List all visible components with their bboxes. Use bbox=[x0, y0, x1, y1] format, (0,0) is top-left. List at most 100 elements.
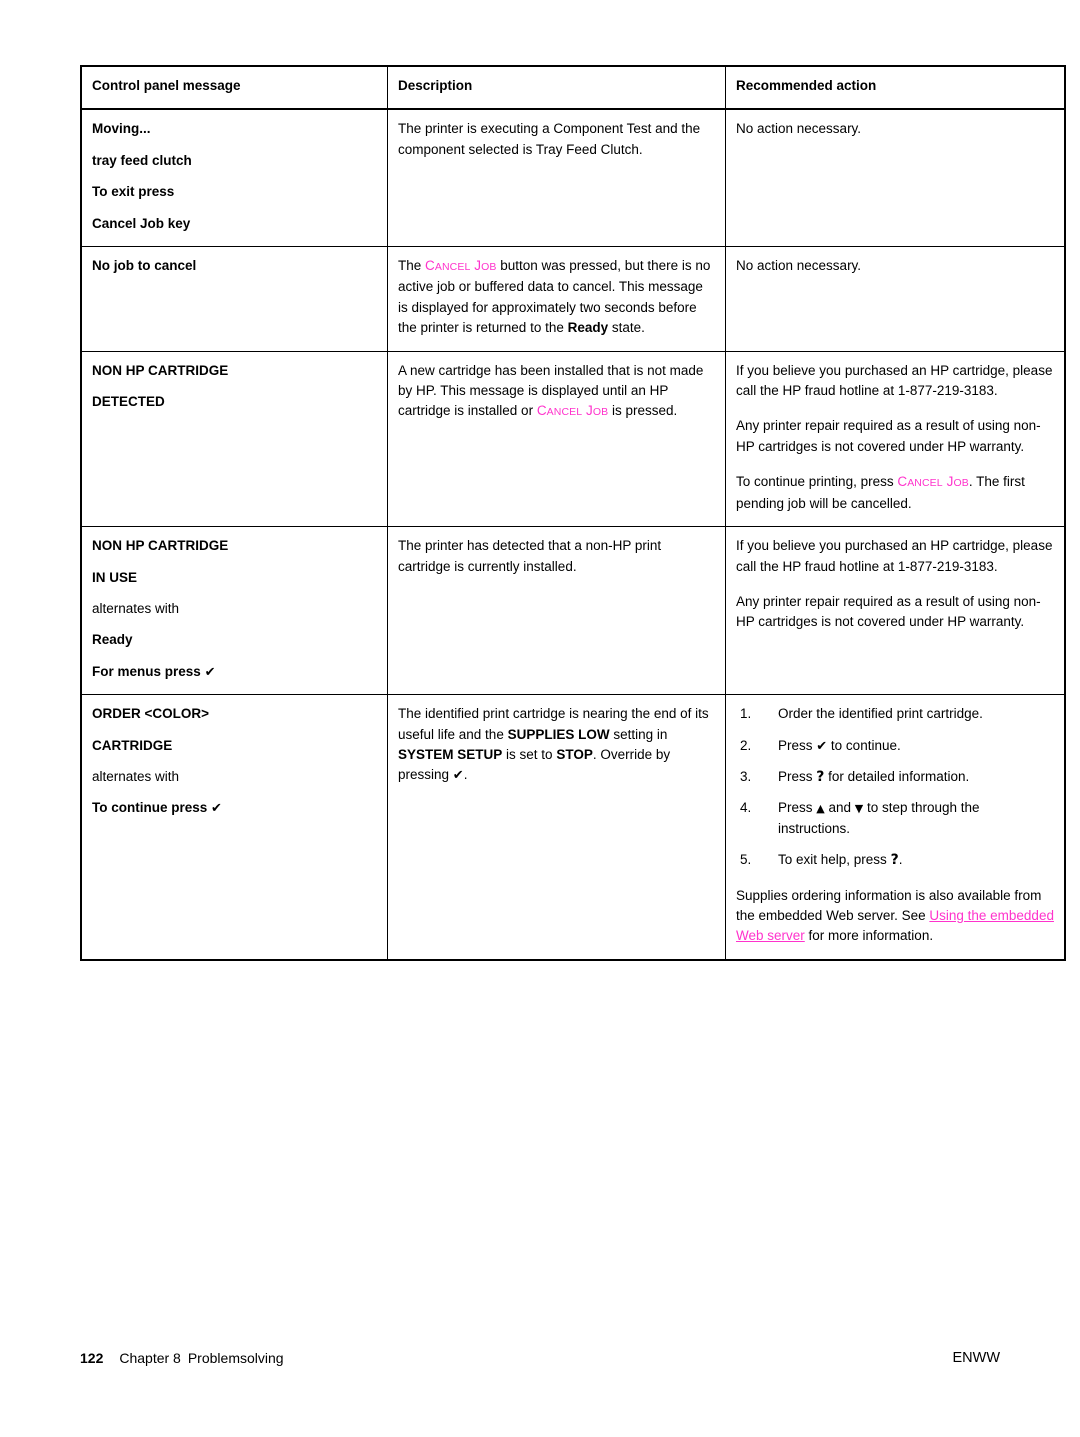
description-bold-supplies-low: SUPPLIES LOW bbox=[507, 726, 610, 742]
column-header-recommended-action: Recommended action bbox=[725, 64, 1066, 111]
description-mid: is set to bbox=[502, 746, 557, 762]
page-number: 122 bbox=[80, 1350, 104, 1366]
description-end: . bbox=[463, 767, 468, 783]
note-post: for more information. bbox=[804, 928, 934, 944]
table-row: ORDER <COLOR> CARTRIDGE alternates with … bbox=[80, 694, 1066, 961]
cell-message-moving-tray-feed-clutch: Moving... tray feed clutch To exit press… bbox=[80, 108, 388, 248]
key-smallcaps: ANCEL bbox=[434, 261, 471, 274]
list-item: 2. Press ✔ to continue. bbox=[736, 736, 1054, 756]
step-conjunction: and bbox=[824, 800, 855, 816]
step-number: 1. bbox=[740, 706, 752, 722]
cell-description-no-job-to-cancel: The CANCEL JOB button was pressed, but t… bbox=[387, 246, 726, 352]
recommended-steps-list: 1. Order the identified print cartridge. … bbox=[736, 704, 1054, 870]
message-line: Ready bbox=[92, 632, 133, 648]
arrow-up-icon: ▲ bbox=[816, 802, 825, 816]
step-number: 2. bbox=[740, 737, 752, 753]
chapter-title: Problemsolving bbox=[187, 1350, 284, 1366]
description-pre: The bbox=[398, 258, 426, 274]
step-text-pre: Press bbox=[778, 737, 817, 753]
cell-action-moving-tray-feed-clutch: No action necessary. bbox=[725, 108, 1066, 248]
table-header: Control panel message Description Recomm… bbox=[80, 64, 1066, 111]
table-header-row: Control panel message Description Recomm… bbox=[80, 64, 1066, 111]
key-smallcaps: OB bbox=[953, 477, 969, 490]
description-text: The identified print cartridge is nearin… bbox=[398, 704, 715, 786]
footer-right-enww: ENWW bbox=[952, 1350, 1000, 1366]
action-paragraph: Any printer repair required as a result … bbox=[736, 418, 1041, 454]
step-text-post: to continue. bbox=[827, 737, 901, 753]
message-line: NON HP CARTRIDGE bbox=[92, 362, 229, 378]
action-paragraph: Any printer repair required as a result … bbox=[736, 593, 1041, 630]
table-row: Moving... tray feed clutch To exit press… bbox=[80, 108, 1066, 248]
control-panel-message-table: Control panel message Description Recomm… bbox=[80, 64, 1066, 961]
cell-description-non-hp-cartridge-detected: A new cartridge has been installed that … bbox=[387, 350, 726, 528]
description-mid: setting in bbox=[609, 726, 668, 742]
document-page: Control panel message Description Recomm… bbox=[0, 0, 1080, 1437]
table-body: Moving... tray feed clutch To exit press… bbox=[80, 108, 1066, 961]
message-line: Moving... bbox=[92, 121, 151, 137]
message-line: IN USE bbox=[92, 569, 138, 585]
message-line: ORDER <COLOR> bbox=[92, 706, 210, 722]
step-text-pre: Press bbox=[778, 800, 817, 816]
table-row: NON HP CARTRIDGE DETECTED A new cartridg… bbox=[80, 350, 1066, 528]
check-icon: ✔ bbox=[204, 664, 216, 680]
action-pre: To continue printing, press bbox=[736, 474, 898, 490]
column-header-description: Description bbox=[387, 64, 726, 111]
description-bold-ready: Ready bbox=[567, 320, 609, 336]
cell-description-moving-tray-feed-clutch: The printer is executing a Component Tes… bbox=[387, 108, 726, 248]
description-post: state. bbox=[608, 320, 645, 336]
message-line: No job to cancel bbox=[92, 258, 197, 274]
message-line-text: For menus press bbox=[92, 663, 201, 679]
action-text: No action necessary. bbox=[736, 121, 862, 137]
list-item: 1. Order the identified print cartridge. bbox=[736, 704, 1054, 724]
key-smallcaps: ANCEL bbox=[546, 406, 583, 419]
cell-description-non-hp-cartridge-in-use: The printer has detected that a non-HP p… bbox=[387, 526, 726, 696]
cell-message-order-color-cartridge: ORDER <COLOR> CARTRIDGE alternates with … bbox=[80, 694, 388, 961]
check-icon: ✔ bbox=[211, 801, 222, 817]
description-text: A new cartridge has been installed that … bbox=[398, 361, 715, 423]
description-bold-stop: STOP bbox=[556, 746, 593, 762]
arrow-down-icon: ▼ bbox=[854, 802, 864, 816]
check-icon: ✔ bbox=[452, 768, 464, 784]
cell-description-order-color-cartridge: The identified print cartridge is nearin… bbox=[387, 694, 726, 961]
key-smallcaps: OB bbox=[592, 406, 609, 419]
message-line: For menus press ✔ bbox=[92, 662, 377, 682]
key-initial: J bbox=[586, 403, 593, 419]
message-line: NON HP CARTRIDGE bbox=[92, 538, 229, 554]
list-item: 4. Press ▲ and ▼ to step through the inst… bbox=[736, 798, 1054, 839]
message-line: CARTRIDGE bbox=[92, 737, 173, 753]
cell-message-non-hp-cartridge-detected: NON HP CARTRIDGE DETECTED bbox=[80, 350, 388, 528]
key-initial: C bbox=[897, 474, 908, 490]
action-paragraph: If you believe you purchased an HP cartr… bbox=[736, 538, 1053, 574]
action-text: No action necessary. bbox=[736, 258, 862, 274]
key-smallcaps: OB bbox=[481, 261, 497, 274]
description-post: is pressed. bbox=[608, 403, 678, 419]
step-text-pre: To exit help, press bbox=[778, 852, 891, 868]
step-number: 5. bbox=[740, 852, 752, 868]
cell-action-order-color-cartridge: 1. Order the identified print cartridge. … bbox=[725, 694, 1066, 961]
cell-action-non-hp-cartridge-in-use: If you believe you purchased an HP cartr… bbox=[725, 526, 1066, 696]
cell-message-non-hp-cartridge-in-use: NON HP CARTRIDGE IN USE alternates with … bbox=[80, 526, 388, 696]
alternates-with-label: alternates with bbox=[92, 768, 180, 784]
table-row: No job to cancel The CANCEL JOB button w… bbox=[80, 246, 1066, 352]
cancel-job-key-label: CANCEL JOB bbox=[897, 474, 968, 489]
step-number: 4. bbox=[740, 800, 752, 816]
cancel-job-key-label: CANCEL JOB bbox=[537, 403, 608, 418]
question-mark-icon: ? bbox=[890, 852, 899, 869]
key-initial: C bbox=[425, 258, 435, 274]
cancel-job-key-label: CANCEL JOB bbox=[425, 258, 496, 273]
cell-action-no-job-to-cancel: No action necessary. bbox=[725, 246, 1066, 352]
column-header-control-panel-message: Control panel message bbox=[80, 64, 388, 111]
action-paragraph: If you believe you purchased an HP cartr… bbox=[736, 362, 1053, 399]
supplies-ordering-note: Supplies ordering information is also av… bbox=[736, 886, 1054, 947]
step-text-pre: Press bbox=[778, 768, 817, 784]
description-text: The CANCEL JOB button was pressed, but t… bbox=[398, 256, 715, 339]
message-line: Cancel Job key bbox=[92, 215, 191, 231]
table-row: NON HP CARTRIDGE IN USE alternates with … bbox=[80, 526, 1066, 696]
message-line: tray feed clutch bbox=[92, 152, 192, 168]
chapter-label: Chapter 8 bbox=[119, 1350, 181, 1366]
message-line-text: To continue press bbox=[92, 800, 208, 816]
footer-left: 122 Chapter 8 Problemsolving bbox=[80, 1348, 284, 1368]
step-text-post: for detailed information. bbox=[824, 768, 970, 784]
key-initial: C bbox=[536, 403, 547, 419]
cell-message-no-job-to-cancel: No job to cancel bbox=[80, 246, 388, 352]
